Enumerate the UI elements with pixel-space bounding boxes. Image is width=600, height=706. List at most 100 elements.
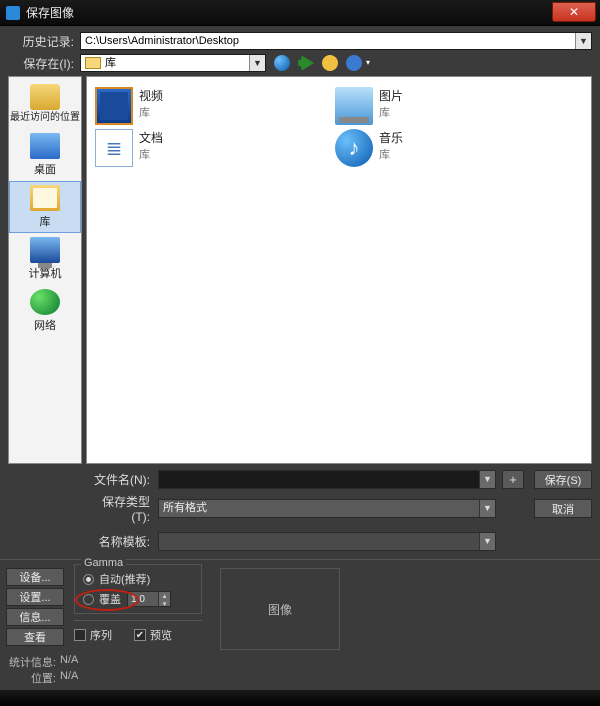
savetype-row: 保存类型(T): 所有格式 ▼ 取消 xyxy=(8,493,592,524)
info-button[interactable]: 信息... xyxy=(6,608,64,626)
chevron-down-icon[interactable]: ▼ xyxy=(479,533,495,550)
place-label: 库 xyxy=(40,213,51,229)
file-text: 视频 库 xyxy=(139,87,163,120)
file-text: 图片 库 xyxy=(379,87,403,120)
save-button[interactable]: 保存(S) xyxy=(534,470,592,489)
place-library[interactable]: 库 xyxy=(9,181,81,233)
device-button[interactable]: 设备... xyxy=(6,568,64,586)
place-label: 桌面 xyxy=(34,161,56,177)
gamma-seq-column: Gamma 自动(推荐) 覆盖 1.0 ▴▾ 序列 ✔ 预 xyxy=(64,564,202,650)
video-icon xyxy=(95,87,133,125)
dialog-body: 历史记录: C:\Users\Administrator\Desktop ▼ 保… xyxy=(0,26,600,559)
savein-row: 保存在(I): 库 ▼ xyxy=(8,54,592,72)
gamma-value-spinner[interactable]: 1.0 ▴▾ xyxy=(127,591,171,607)
file-panel: 最近访问的位置 桌面 库 计算机 网络 视频 xyxy=(8,76,592,464)
place-network[interactable]: 网络 xyxy=(9,285,81,337)
file-list[interactable]: 视频 库 图片 库 文档 库 音乐 xyxy=(86,76,592,464)
pictures-icon xyxy=(335,87,373,125)
nav-icons xyxy=(274,55,362,71)
file-name: 视频 xyxy=(139,87,163,104)
gamma-group: Gamma 自动(推荐) 覆盖 1.0 ▴▾ xyxy=(74,564,202,614)
checkbox-icon xyxy=(74,629,86,641)
place-desktop[interactable]: 桌面 xyxy=(9,129,81,181)
file-item-music[interactable]: 音乐 库 xyxy=(335,129,535,167)
file-name: 图片 xyxy=(379,87,403,104)
checkbox-icon: ✔ xyxy=(134,629,146,641)
computer-icon xyxy=(30,237,60,263)
filename-input[interactable]: ▼ xyxy=(158,470,496,489)
history-value: C:\Users\Administrator\Desktop xyxy=(85,35,239,47)
savetype-value: 所有格式 xyxy=(163,502,207,514)
savein-value: 库 xyxy=(105,55,116,71)
titlebar: 保存图像 ✕ xyxy=(0,0,600,26)
view-button[interactable]: 查看 xyxy=(6,628,64,646)
place-recent[interactable]: 最近访问的位置 xyxy=(9,77,81,129)
place-label: 网络 xyxy=(34,317,56,333)
position-value: N/A xyxy=(60,670,78,686)
file-type: 库 xyxy=(139,146,163,162)
gamma-value: 1.0 xyxy=(131,594,145,605)
status-bar: 统计信息: N/A 位置: N/A xyxy=(0,652,600,690)
places-bar: 最近访问的位置 桌面 库 计算机 网络 xyxy=(8,76,82,464)
close-icon: ✕ xyxy=(569,5,579,19)
history-dropdown[interactable]: C:\Users\Administrator\Desktop ▼ xyxy=(80,32,592,50)
documents-icon xyxy=(95,129,133,167)
history-label: 历史记录: xyxy=(8,33,80,50)
gamma-auto-radio[interactable]: 自动(推荐) xyxy=(83,571,193,587)
file-item-pictures[interactable]: 图片 库 xyxy=(335,87,535,125)
savein-dropdown[interactable]: 库 ▼ xyxy=(80,54,266,72)
history-row: 历史记录: C:\Users\Administrator\Desktop ▼ xyxy=(8,32,592,50)
view-menu-icon[interactable] xyxy=(346,55,362,71)
app-icon xyxy=(6,6,20,20)
stats-value: N/A xyxy=(60,654,78,670)
file-text: 文档 库 xyxy=(139,129,163,162)
file-type: 库 xyxy=(379,146,403,162)
gamma-override-radio[interactable]: 覆盖 1.0 ▴▾ xyxy=(83,591,193,607)
lower-panel: 设备... 设置... 信息... 查看 Gamma 自动(推荐) 覆盖 1.0… xyxy=(0,559,600,652)
place-label: 最近访问的位置 xyxy=(10,112,80,123)
close-button[interactable]: ✕ xyxy=(552,2,596,22)
file-type: 库 xyxy=(139,104,163,120)
stats-label: 统计信息: xyxy=(6,654,60,670)
file-type: 库 xyxy=(379,104,403,120)
new-folder-icon[interactable] xyxy=(322,55,338,71)
sequence-row: 序列 ✔ 预览 xyxy=(74,620,202,643)
preview-placeholder: 图像 xyxy=(268,601,292,618)
savetype-dropdown[interactable]: 所有格式 ▼ xyxy=(158,499,496,518)
template-label: 名称模板: xyxy=(86,533,158,550)
gamma-legend: Gamma xyxy=(81,557,126,569)
cancel-button[interactable]: 取消 xyxy=(534,499,592,518)
up-icon[interactable] xyxy=(298,55,314,71)
bottom-fields: 文件名(N): ▼ + 保存(S) 保存类型(T): 所有格式 ▼ 取消 名称模… xyxy=(8,470,592,551)
place-computer[interactable]: 计算机 xyxy=(9,233,81,285)
radio-icon xyxy=(83,574,94,585)
file-name: 音乐 xyxy=(379,129,403,146)
file-item-documents[interactable]: 文档 库 xyxy=(95,129,295,167)
chevron-down-icon[interactable]: ▼ xyxy=(479,500,495,517)
sequence-label: 序列 xyxy=(90,627,112,643)
savein-label: 保存在(I): xyxy=(8,55,80,72)
back-icon[interactable] xyxy=(274,55,290,71)
plus-button[interactable]: + xyxy=(502,470,524,489)
recent-icon xyxy=(30,84,60,110)
folder-icon xyxy=(85,57,101,69)
chevron-down-icon[interactable]: ▼ xyxy=(479,471,495,488)
music-icon xyxy=(335,129,373,167)
network-icon xyxy=(30,289,60,315)
template-dropdown[interactable]: ▼ xyxy=(158,532,496,551)
bottom-strip xyxy=(0,690,600,706)
file-item-video[interactable]: 视频 库 xyxy=(95,87,295,125)
savetype-label: 保存类型(T): xyxy=(86,493,158,524)
chevron-down-icon: ▼ xyxy=(249,55,265,71)
sequence-checkbox[interactable]: 序列 xyxy=(74,627,112,643)
spinner-buttons[interactable]: ▴▾ xyxy=(158,592,170,606)
template-row: 名称模板: ▼ xyxy=(8,532,592,551)
gamma-override-label: 覆盖 xyxy=(99,591,121,607)
gamma-auto-label: 自动(推荐) xyxy=(99,571,150,587)
filename-row: 文件名(N): ▼ + 保存(S) xyxy=(8,470,592,489)
filename-label: 文件名(N): xyxy=(86,471,158,488)
preview-checkbox[interactable]: ✔ 预览 xyxy=(134,627,172,643)
settings-button[interactable]: 设置... xyxy=(6,588,64,606)
position-label: 位置: xyxy=(6,670,60,686)
preview-label: 预览 xyxy=(150,627,172,643)
